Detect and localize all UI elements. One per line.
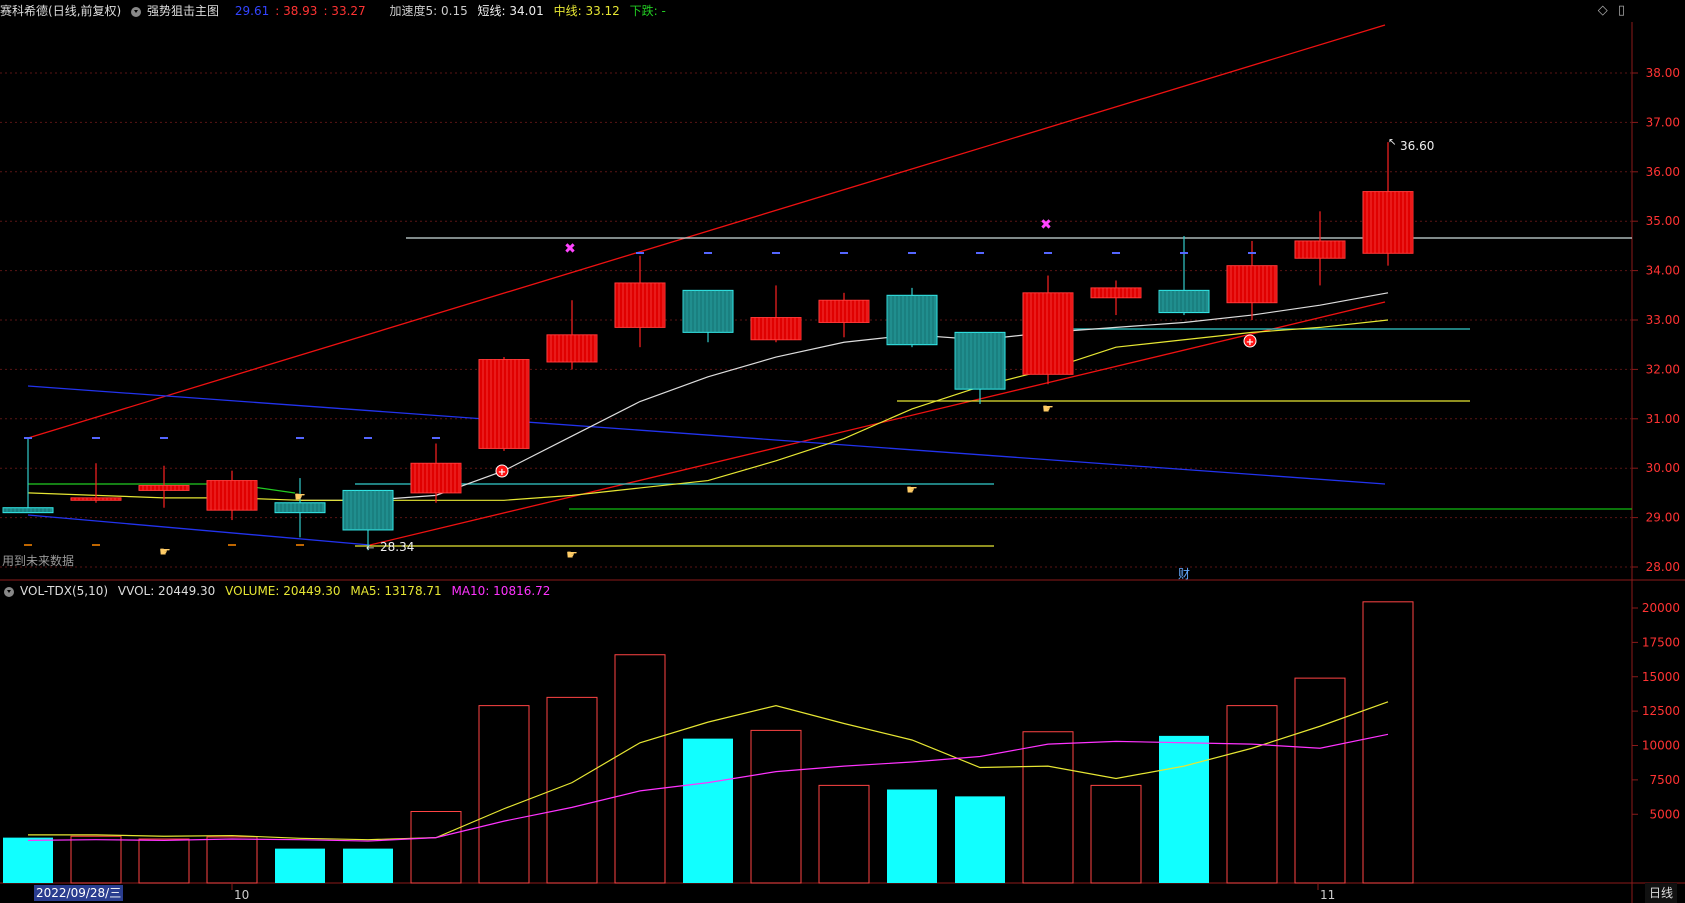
- hand-pointer-icon: ☛: [906, 483, 918, 498]
- volume-bar: [1022, 731, 1074, 884]
- candlestick: [70, 463, 122, 503]
- volume-bar: [955, 796, 1005, 883]
- volume-bar: [818, 784, 870, 884]
- low-price-label: 28.34: [380, 540, 414, 554]
- candlestick: [818, 292, 870, 338]
- hand-pointer-icon: ☛: [1042, 402, 1054, 417]
- candlestick: [1294, 211, 1346, 286]
- svg-text:+: +: [1246, 337, 1254, 348]
- price-tick-label: 37.00: [1646, 115, 1680, 129]
- volume-bar: [138, 838, 190, 884]
- candlestick: [614, 255, 666, 348]
- candlestick: [1362, 142, 1414, 266]
- volume-bar: [410, 811, 462, 884]
- volume-bar: [1226, 705, 1278, 884]
- candlestick: [1090, 280, 1142, 316]
- price-tick-label: 29.00: [1646, 511, 1680, 525]
- candlestick: [2, 438, 54, 514]
- chart-canvas[interactable]: ✖ ✖ + + ☛ ☛ ☛ ☛ ☛ 38.00 37.00 36.00 35.00 34…: [0, 0, 1685, 903]
- x-marker: ✖: [564, 241, 576, 257]
- volume-tick-label: 20000: [1642, 601, 1680, 615]
- volume-bar: [614, 654, 666, 884]
- red-upper-channel: [27, 24, 1386, 439]
- price-tick-label: 33.00: [1646, 313, 1680, 327]
- x-marker: ✖: [1040, 217, 1052, 233]
- volume-bar: [1294, 677, 1346, 884]
- candlestick: [954, 331, 1006, 404]
- volume-bar: [343, 848, 393, 883]
- svg-text:↖: ↖: [1388, 137, 1396, 148]
- candlestick: [1158, 236, 1210, 316]
- x-axis-month-11: 11: [1320, 888, 1335, 902]
- candlestick: [750, 285, 802, 343]
- candlestick: [206, 470, 258, 521]
- volume-tick-label: 5000: [1649, 807, 1680, 821]
- high-price-label: 36.60: [1400, 139, 1434, 153]
- volume-tick-label: 7500: [1649, 773, 1680, 787]
- finance-marker: 财: [1178, 567, 1190, 581]
- price-tick-label: 34.00: [1646, 264, 1680, 278]
- hand-pointer-icon: ☛: [294, 490, 306, 505]
- volume-bar: [275, 848, 325, 883]
- x-axis-month-10: 10: [234, 888, 249, 902]
- price-tick-label: 28.00: [1646, 560, 1680, 574]
- volume-bar: [3, 837, 53, 883]
- future-data-note: 用到未来数据: [2, 553, 74, 568]
- volume-bar: [206, 836, 258, 884]
- blue-lower-channel: [27, 514, 371, 546]
- volume-tick-label: 12500: [1642, 704, 1680, 718]
- price-tick-label: 36.00: [1646, 165, 1680, 179]
- price-tick-label: 38.00: [1646, 66, 1680, 80]
- candlestick: [682, 289, 734, 343]
- hand-pointer-icon: ☛: [566, 548, 578, 563]
- price-tick-label: 35.00: [1646, 214, 1680, 228]
- candlestick: [1022, 275, 1074, 385]
- candlestick: [138, 465, 190, 508]
- volume-tick-label: 17500: [1642, 635, 1680, 649]
- svg-text:+: +: [498, 467, 506, 478]
- volume-bar: [887, 789, 937, 883]
- volume-bar: [478, 705, 530, 884]
- price-tick-label: 32.00: [1646, 362, 1680, 376]
- price-tick-label: 30.00: [1646, 461, 1680, 475]
- volume-bar: [750, 729, 802, 884]
- candlestick: [274, 478, 326, 538]
- price-tick-label: 31.00: [1646, 412, 1680, 426]
- svg-text:←: ←: [366, 543, 374, 554]
- candlestick: [478, 357, 530, 451]
- hand-pointer-icon: ☛: [159, 545, 171, 560]
- volume-bar: [1362, 601, 1414, 884]
- volume-bar: [1090, 784, 1142, 884]
- volume-tick-label: 15000: [1642, 670, 1680, 684]
- volume-bar: [683, 738, 733, 883]
- volume-bar: [70, 835, 122, 884]
- period-button[interactable]: 日线: [1644, 883, 1677, 903]
- candlestick: [546, 300, 598, 370]
- volume-bar: [1159, 735, 1209, 883]
- volume-tick-label: 10000: [1642, 739, 1680, 753]
- selected-date-label: 2022/09/28/三: [34, 885, 124, 901]
- volume-bar: [546, 696, 598, 884]
- candlestick: [886, 287, 938, 348]
- candlestick: [410, 443, 462, 503]
